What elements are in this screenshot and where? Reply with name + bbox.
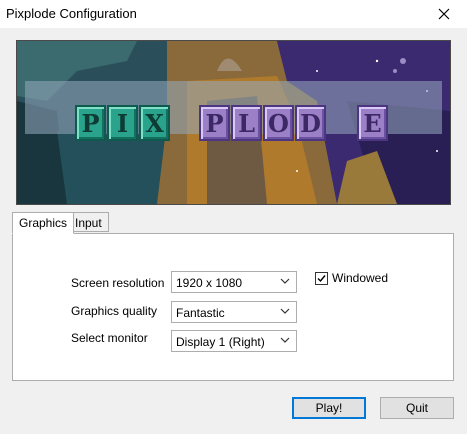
logo-letter: I <box>107 105 138 141</box>
graphics-quality-value: Fantastic <box>176 306 225 320</box>
screen-resolution-select[interactable]: 1920 x 1080 <box>171 271 297 293</box>
screen-resolution-value: 1920 x 1080 <box>176 276 243 290</box>
window-title: Pixplode Configuration <box>6 6 137 21</box>
chevron-down-icon <box>280 308 290 314</box>
logo-letter: X <box>139 105 170 141</box>
graphics-quality-select[interactable]: Fantastic <box>171 301 297 323</box>
chevron-down-icon <box>280 278 290 284</box>
logo-letter: P <box>199 105 230 141</box>
title-bar: Pixplode Configuration <box>0 0 467 28</box>
windowed-option[interactable]: Windowed <box>315 271 388 285</box>
logo-letter: O <box>263 105 294 141</box>
graphics-quality-label: Graphics quality <box>71 304 158 318</box>
screen-resolution-label: Screen resolution <box>71 276 165 290</box>
select-monitor-select[interactable]: Display 1 (Right) <box>171 330 297 352</box>
logo-letter: L <box>231 105 262 141</box>
select-monitor-value: Display 1 (Right) <box>176 335 265 349</box>
logo-letter: D <box>295 105 326 141</box>
checkmark-icon <box>317 274 326 282</box>
tab-input[interactable]: Input <box>68 212 109 232</box>
logo-letter: P <box>75 105 106 141</box>
banner-image: P I X P L O D E <box>16 40 451 205</box>
select-monitor-label: Select monitor <box>71 331 148 345</box>
logo-letter: E <box>357 105 388 141</box>
windowed-checkbox[interactable] <box>315 271 328 285</box>
chevron-down-icon <box>280 337 290 343</box>
close-icon <box>438 8 450 20</box>
close-button[interactable] <box>421 0 467 28</box>
play-button[interactable]: Play! <box>292 397 366 419</box>
quit-button[interactable]: Quit <box>380 397 454 419</box>
windowed-label: Windowed <box>332 271 389 285</box>
tab-graphics[interactable]: Graphics <box>12 212 75 234</box>
